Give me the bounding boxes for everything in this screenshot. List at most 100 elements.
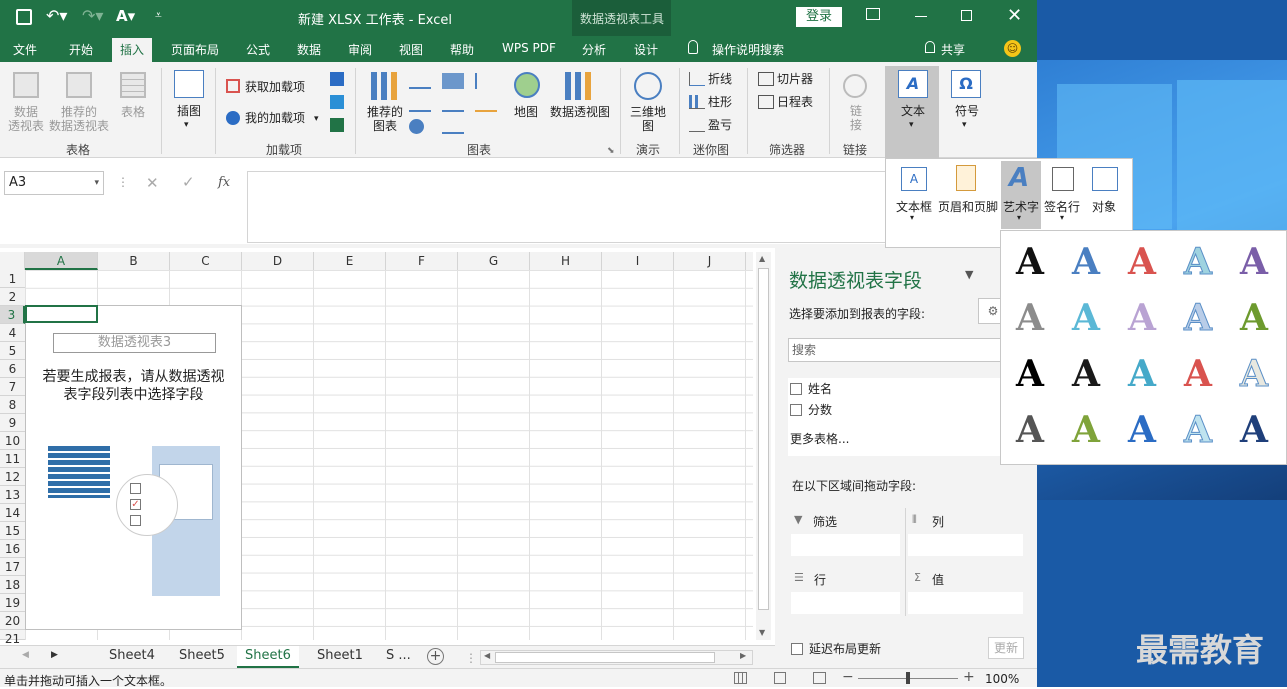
normal-view-icon[interactable] <box>734 672 747 684</box>
name-box[interactable]: A3 ▾ <box>4 171 104 195</box>
illustrations-dropdown-icon[interactable]: ▾ <box>184 118 189 132</box>
zoom-slider-thumb[interactable] <box>906 672 910 684</box>
tab-formulas[interactable]: 公式 <box>246 41 270 58</box>
row-header[interactable]: 11 <box>0 450 25 468</box>
field-search-input[interactable]: 搜索 <box>788 338 1018 362</box>
vertical-scrollbar[interactable]: ▲ ▼ <box>756 252 771 640</box>
symbol-dropdown-icon[interactable]: ▾ <box>962 118 967 132</box>
row-header[interactable]: 5 <box>0 342 25 360</box>
horizontal-scrollbar[interactable]: ◀ ▶ <box>480 650 753 665</box>
field-checkbox[interactable] <box>790 383 802 395</box>
sheet-tab-overflow[interactable]: S ... <box>378 646 419 668</box>
timeline-button[interactable]: 日程表 <box>777 95 813 109</box>
wordart-style-option[interactable]: A <box>1002 290 1058 346</box>
pivot-placeholder[interactable]: 数据透视表3 若要生成报表，请从数据透视 表字段列表中选择字段 ✓ <box>25 305 242 630</box>
add-sheet-icon[interactable]: + <box>427 648 444 665</box>
zoom-level[interactable]: 100% <box>985 672 1019 686</box>
redo-icon[interactable]: ↷▾ <box>82 6 103 25</box>
tab-home[interactable]: 开始 <box>69 41 93 58</box>
tab-split-handle[interactable]: ⋮ <box>465 651 477 665</box>
wordart-style-option[interactable]: A <box>1170 346 1226 402</box>
slicer-button[interactable]: 切片器 <box>777 72 813 86</box>
page-break-view-icon[interactable] <box>813 672 826 684</box>
column-header[interactable]: G <box>458 252 530 270</box>
wordart-style-option[interactable]: A <box>1058 402 1114 458</box>
row-header[interactable]: 10 <box>0 432 25 450</box>
sheet-tab[interactable]: Sheet4 <box>101 646 163 668</box>
header-footer-item[interactable]: 页眉和页脚 <box>936 161 1000 229</box>
smiley-icon[interactable]: ☺ <box>1004 40 1021 57</box>
tab-insert[interactable]: 插入 <box>112 38 153 62</box>
charts-dialog-launcher-icon[interactable]: ⬊ <box>607 146 615 156</box>
undo-icon[interactable]: ↶▾ <box>46 6 67 25</box>
row-header[interactable]: 13 <box>0 486 25 504</box>
illustrations-button[interactable]: 插图 <box>170 104 208 118</box>
row-header[interactable]: 6 <box>0 360 25 378</box>
combo-chart-icon[interactable] <box>475 96 497 112</box>
visio-icon[interactable] <box>330 72 344 86</box>
wordart-style-option[interactable]: A <box>1002 234 1058 290</box>
next-sheet-icon[interactable]: ▶ <box>51 650 58 660</box>
row-header[interactable]: 15 <box>0 522 25 540</box>
wordart-style-option[interactable]: A <box>1002 402 1058 458</box>
row-header[interactable]: 3 <box>0 306 25 324</box>
prev-sheet-icon[interactable]: ◀ <box>22 650 29 660</box>
select-all-corner[interactable] <box>0 252 25 270</box>
signature-line-item[interactable]: 签名行 ▾ <box>1042 161 1084 229</box>
active-cell[interactable] <box>25 305 98 323</box>
column-header[interactable]: F <box>386 252 458 270</box>
tell-me-search[interactable]: 操作说明搜索 <box>712 41 784 58</box>
row-header[interactable]: 21 <box>0 630 25 646</box>
scroll-left-icon[interactable]: ◀ <box>484 651 490 660</box>
sparkline-column-button[interactable]: 柱形 <box>708 95 732 109</box>
wordart-style-option[interactable]: A <box>1226 290 1282 346</box>
values-drop-area[interactable] <box>908 592 1023 614</box>
waterfall-chart-icon[interactable] <box>475 73 497 89</box>
wordart-style-option[interactable]: A <box>1226 402 1282 458</box>
row-header[interactable]: 19 <box>0 594 25 612</box>
columns-drop-area[interactable] <box>908 534 1023 556</box>
enter-icon[interactable]: ✓ <box>182 173 195 191</box>
row-header[interactable]: 2 <box>0 288 25 306</box>
statistic-chart-icon[interactable] <box>442 96 464 112</box>
chevron-down-icon[interactable]: ▾ <box>94 172 99 194</box>
tab-wps-pdf[interactable]: WPS PDF <box>502 41 556 55</box>
sparkline-winloss-button[interactable]: 盈亏 <box>708 118 732 132</box>
hscroll-thumb[interactable] <box>495 652 715 663</box>
defer-update-checkbox[interactable] <box>791 643 803 655</box>
my-addins-dropdown-icon[interactable]: ▾ <box>314 112 319 126</box>
login-button[interactable]: 登录 <box>796 7 842 27</box>
textbox-item[interactable]: A 文本框 ▾ <box>894 161 936 229</box>
column-header[interactable]: J <box>674 252 746 270</box>
tab-review[interactable]: 审阅 <box>348 41 372 58</box>
column-header[interactable]: A <box>25 252 98 270</box>
wordart-style-option[interactable]: A <box>1170 234 1226 290</box>
rows-drop-area[interactable] <box>791 592 900 614</box>
wordart-style-option[interactable]: A <box>1114 290 1170 346</box>
tab-file[interactable]: 文件 <box>13 41 37 58</box>
my-addins-button[interactable]: 我的加载项 <box>245 111 305 125</box>
column-header[interactable]: H <box>530 252 602 270</box>
scroll-thumb[interactable] <box>758 268 769 610</box>
pivot-chart-button[interactable]: 数据透视图 <box>547 105 613 119</box>
wordart-dropdown-icon[interactable]: ▾ <box>1017 213 1021 222</box>
wordart-style-option[interactable]: A <box>1114 346 1170 402</box>
maximize-icon[interactable] <box>961 10 972 21</box>
wordart-style-option[interactable]: A <box>1002 346 1058 402</box>
maps-button[interactable]: 地图 <box>510 105 542 119</box>
row-header[interactable]: 20 <box>0 612 25 630</box>
line-chart-icon[interactable] <box>409 96 431 112</box>
minimize-icon[interactable] <box>915 16 927 17</box>
column-header[interactable]: B <box>98 252 170 270</box>
row-header[interactable]: 14 <box>0 504 25 522</box>
column-header[interactable]: C <box>170 252 242 270</box>
sheet-tab[interactable]: Sheet5 <box>171 646 233 668</box>
row-header[interactable]: 16 <box>0 540 25 558</box>
column-header[interactable]: E <box>314 252 386 270</box>
wordart-style-option[interactable]: A <box>1226 234 1282 290</box>
column-chart-icon[interactable] <box>409 73 431 89</box>
scroll-up-icon[interactable]: ▲ <box>759 254 765 263</box>
scroll-right-icon[interactable]: ▶ <box>740 651 746 660</box>
text-button[interactable]: 文本 <box>896 104 930 118</box>
field-item[interactable]: 姓名 <box>790 380 832 397</box>
